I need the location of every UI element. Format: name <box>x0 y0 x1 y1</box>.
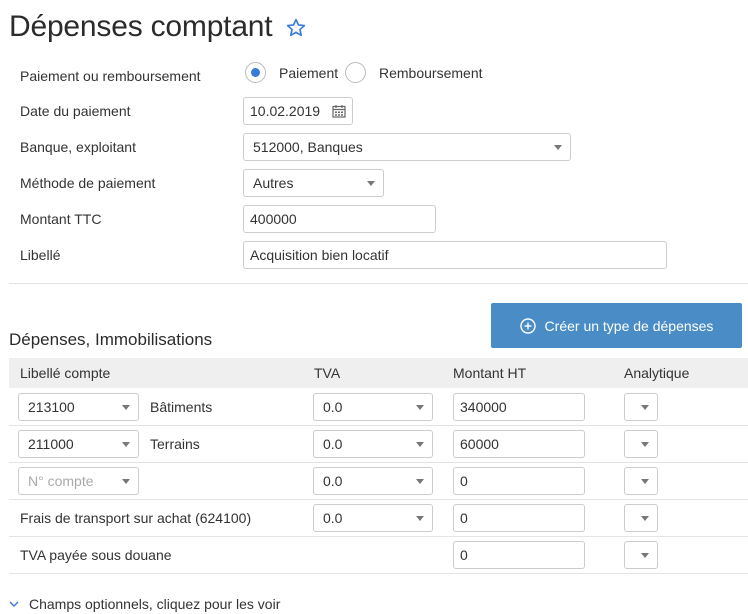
amount-ht-input[interactable]: 340000 <box>453 393 585 421</box>
analytic-select[interactable] <box>624 541 658 569</box>
account-value: 211000 <box>28 436 74 452</box>
description-label: Libellé <box>20 247 61 263</box>
account-name: Bâtiments <box>150 399 213 415</box>
account-name: Terrains <box>150 436 200 452</box>
create-expense-type-button[interactable]: Créer un type de dépenses <box>491 303 742 348</box>
method-label: Méthode de paiement <box>20 175 156 191</box>
column-tva: TVA <box>314 365 341 381</box>
tva-value: 0.0 <box>323 436 343 452</box>
amount-input[interactable]: 400000 <box>243 205 436 233</box>
row-divider <box>9 462 748 463</box>
date-input[interactable]: 10.02.2019 <box>243 97 353 125</box>
chevron-down-icon <box>641 479 649 484</box>
amount-ht-input[interactable]: 0 <box>453 504 585 532</box>
payment-radio[interactable] <box>245 62 266 83</box>
divider <box>9 283 748 284</box>
analytic-select[interactable] <box>624 430 658 458</box>
payment-type-label: Paiement ou remboursement <box>20 68 201 84</box>
chevron-down-icon <box>122 442 130 447</box>
chevron-down-icon <box>122 479 130 484</box>
chevron-down-icon <box>416 442 424 447</box>
tva-select[interactable]: 0.0 <box>313 393 433 421</box>
tva-select[interactable]: 0.0 <box>313 467 433 495</box>
tva-value: 0.0 <box>323 510 343 526</box>
chevron-down-icon <box>122 405 130 410</box>
calendar-icon[interactable] <box>332 104 346 118</box>
expenses-section-title: Dépenses, Immobilisations <box>9 330 213 349</box>
refund-radio-label: Remboursement <box>379 65 483 81</box>
column-analytic: Analytique <box>624 365 690 381</box>
column-amount: Montant HT <box>453 365 527 381</box>
optional-fields-label: Champs optionnels, cliquez pour les voir <box>29 596 281 612</box>
bank-select[interactable]: 512000, Banques <box>243 133 571 161</box>
chevron-down-icon <box>554 145 562 150</box>
refund-radio[interactable] <box>345 62 366 83</box>
bank-value: 512000, Banques <box>253 139 363 155</box>
chevron-down-icon <box>9 601 19 607</box>
payment-radio-label: Paiement <box>279 65 339 81</box>
amount-label: Montant TTC <box>20 211 102 227</box>
tva-value: 0.0 <box>323 399 343 415</box>
row-divider <box>9 499 748 500</box>
row-divider <box>9 536 748 537</box>
chevron-down-icon <box>416 405 424 410</box>
amount-ht-input[interactable]: 0 <box>453 467 585 495</box>
description-input[interactable]: Acquisition bien locatif <box>243 241 667 269</box>
chevron-down-icon <box>641 442 649 447</box>
create-expense-type-label: Créer un type de dépenses <box>544 317 714 334</box>
analytic-select[interactable] <box>624 504 658 532</box>
amount-ht-input[interactable]: 60000 <box>453 430 585 458</box>
optional-fields-toggle[interactable]: Champs optionnels, cliquez pour les voir <box>9 596 280 612</box>
tva-select[interactable]: 0.0 <box>313 504 433 532</box>
column-account: Libellé compte <box>20 365 111 381</box>
chevron-down-icon <box>367 181 375 186</box>
bank-label: Banque, exploitant <box>20 139 136 155</box>
date-value: 10.02.2019 <box>250 103 321 119</box>
account-select[interactable]: 211000 <box>18 430 139 458</box>
row-divider <box>9 425 748 426</box>
star-icon[interactable] <box>285 17 307 39</box>
plus-circle-icon <box>519 317 536 334</box>
amount-ht-input[interactable]: 0 <box>453 541 585 569</box>
method-value: Autres <box>253 175 294 191</box>
analytic-select[interactable] <box>624 393 658 421</box>
chevron-down-icon <box>416 479 424 484</box>
chevron-down-icon <box>641 405 649 410</box>
account-value: 213100 <box>28 399 75 415</box>
date-label: Date du paiement <box>20 103 131 119</box>
transport-fees-label: Frais de transport sur achat (624100) <box>20 510 252 526</box>
method-select[interactable]: Autres <box>243 169 384 197</box>
tva-value: 0.0 <box>323 473 343 489</box>
row-divider <box>9 573 748 574</box>
table-header: Libellé compte TVA Montant HT Analytique <box>9 358 748 388</box>
account-select[interactable]: 213100 <box>18 393 139 421</box>
account-placeholder: N° compte <box>28 473 94 489</box>
customs-vat-label: TVA payée sous douane <box>20 547 172 563</box>
tva-select[interactable]: 0.0 <box>313 430 433 458</box>
chevron-down-icon <box>641 516 649 521</box>
account-select[interactable]: N° compte <box>18 467 139 495</box>
analytic-select[interactable] <box>624 467 658 495</box>
chevron-down-icon <box>416 516 424 521</box>
page-title: Dépenses comptant <box>9 10 273 43</box>
chevron-down-icon <box>641 553 649 558</box>
